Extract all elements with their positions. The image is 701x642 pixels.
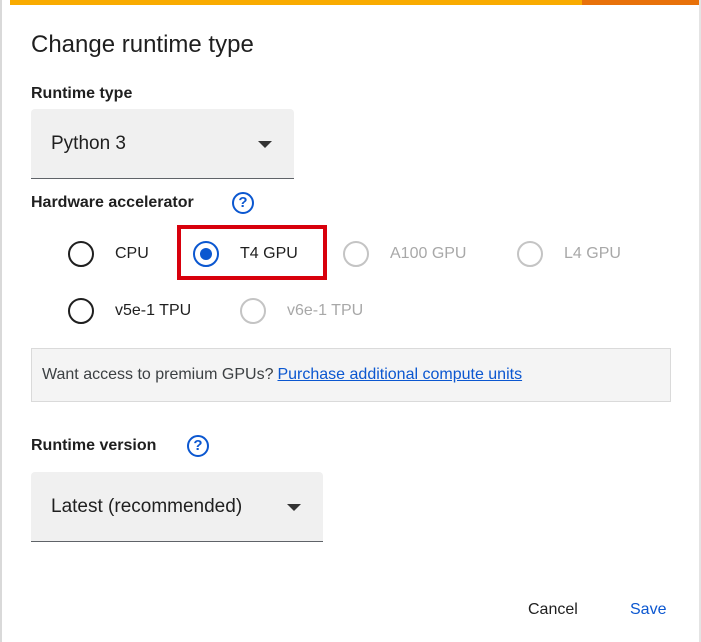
runtime-type-value: Python 3 [51, 132, 126, 154]
radio-option-v6e-1-tpu: v6e-1 TPU [240, 296, 363, 326]
runtime-version-help-icon[interactable]: ? [187, 435, 209, 457]
runtime-type-label: Runtime type [31, 85, 133, 102]
radio-option-cpu[interactable]: CPU [68, 239, 149, 269]
radio-option-l4-gpu: L4 GPU [517, 239, 621, 269]
radio-v5e-1-tpu[interactable] [68, 298, 94, 324]
change-runtime-dialog: Change runtime type Runtime type Python … [2, 5, 699, 642]
premium-gpu-notice: Want access to premium GPUs? Purchase ad… [31, 348, 671, 402]
radio-label-v6e-1-tpu: v6e-1 TPU [287, 302, 364, 319]
radio-label-a100-gpu: A100 GPU [390, 245, 467, 262]
radio-v6e-1-tpu [240, 298, 266, 324]
runtime-version-value: Latest (recommended) [51, 495, 243, 517]
dropdown-caret-icon [287, 503, 301, 511]
dialog-title: Change runtime type [31, 31, 254, 58]
screen: Change runtime type Runtime type Python … [0, 0, 701, 642]
radio-option-a100-gpu: A100 GPU [343, 239, 466, 269]
radio-option-v5e-1-tpu[interactable]: v5e-1 TPU [68, 296, 191, 326]
runtime-type-select[interactable]: Python 3 [31, 109, 294, 179]
save-button[interactable]: Save [630, 601, 666, 619]
runtime-version-label: Runtime version [31, 437, 157, 454]
radio-label-cpu: CPU [115, 245, 149, 262]
hardware-accelerator-help-icon[interactable]: ? [232, 192, 254, 214]
radio-cpu[interactable] [68, 241, 94, 267]
radio-label-l4-gpu: L4 GPU [564, 245, 621, 262]
highlight-annotation-box [177, 225, 327, 280]
dropdown-caret-icon [258, 140, 272, 148]
cancel-button[interactable]: Cancel [528, 601, 578, 619]
hardware-accelerator-label: Hardware accelerator [31, 194, 194, 211]
radio-label-v5e-1-tpu: v5e-1 TPU [115, 302, 192, 319]
runtime-version-select[interactable]: Latest (recommended) [31, 472, 323, 542]
purchase-compute-units-link[interactable]: Purchase additional compute units [277, 366, 522, 384]
radio-a100-gpu [343, 241, 369, 267]
radio-l4-gpu [517, 241, 543, 267]
premium-notice-text: Want access to premium GPUs? [42, 366, 274, 383]
